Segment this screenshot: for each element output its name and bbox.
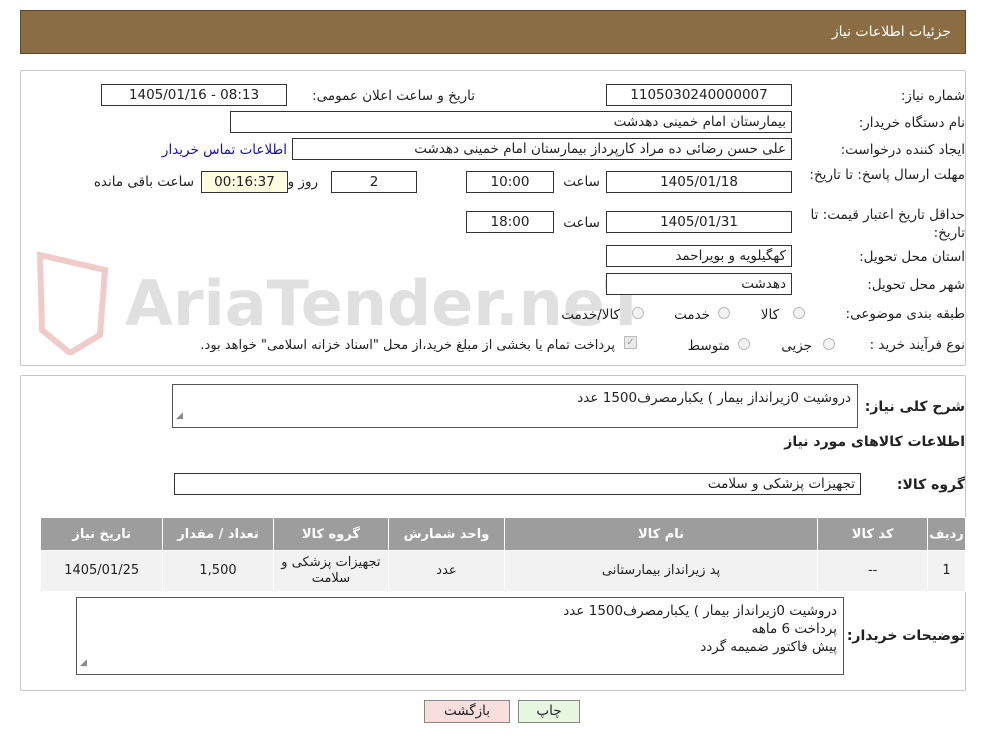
description-text: دروشیت 0زیرانداز بیمار ) یکبارمصرف1500 ع…: [577, 390, 851, 406]
description-label: شرح کلی نیاز:: [864, 399, 965, 415]
province-field: کهگیلویه و بویراحمد: [606, 245, 792, 267]
need-number-label: شماره نیاز:: [900, 88, 965, 104]
table-header: ردیف: [927, 517, 966, 551]
category-radio-service[interactable]: [718, 307, 730, 319]
back-button[interactable]: بازگشت: [424, 700, 510, 723]
buyer-notes-line: پرداخت 6 ماهه: [751, 621, 837, 637]
resize-grip-icon[interactable]: ◢: [176, 407, 183, 425]
announce-field: 1405/01/16 - 08:13: [101, 84, 287, 106]
page-header: جزئیات اطلاعات نیاز: [20, 10, 966, 54]
resize-grip-icon[interactable]: ◢: [80, 654, 87, 672]
table-header: واحد شمارش: [388, 517, 505, 551]
process-option-medium: متوسط: [687, 338, 730, 354]
deadline-date-field: 1405/01/18: [606, 171, 792, 193]
announce-label: تاریخ و ساعت اعلان عمومی:: [312, 88, 475, 104]
validity-time-field: 18:00: [466, 211, 554, 233]
city-field: دهدشت: [606, 273, 792, 295]
city-label: شهر محل تحویل:: [867, 277, 965, 293]
table-header: تاریخ نیاز: [39, 517, 164, 551]
table-cell-code: --: [817, 550, 929, 592]
page-title: جزئیات اطلاعات نیاز: [831, 24, 951, 40]
treasury-checkbox[interactable]: ✓: [624, 336, 637, 349]
table-row: 1 -- پد زیرانداز بیمارستانی عدد تجهیزات …: [39, 550, 966, 592]
buyer-org-field: بیمارستان امام خمینی دهدشت: [230, 111, 792, 133]
payment-note: پرداخت تمام یا بخشی از مبلغ خرید،از محل …: [200, 338, 615, 353]
creator-field: علی حسن رضائی ده مراد کارپرداز بیمارستان…: [292, 138, 792, 160]
contact-buyer-link[interactable]: اطلاعات تماس خریدار: [162, 142, 287, 158]
table-header: نام کالا: [503, 517, 819, 551]
table-cell-quantity: 1,500: [162, 550, 274, 592]
deadline-label: مهلت ارسال پاسخ: تا تاریخ:: [809, 167, 965, 183]
goods-info-title: اطلاعات کالاهای مورد نیاز: [784, 434, 965, 450]
table-header: گروه کالا: [272, 517, 390, 551]
table-cell-group: تجهیزات پزشکی و سلامت: [272, 550, 390, 592]
table-header: تعداد / مقدار: [162, 517, 274, 551]
days-label: روز و: [287, 174, 318, 190]
category-option-goods-service: کالا/خدمت: [561, 307, 620, 323]
table-header-row: ردیف کد کالا نام کالا واحد شمارش گروه کا…: [39, 517, 966, 551]
validity-date-field: 1405/01/31: [606, 211, 792, 233]
buyer-org-label: نام دستگاه خریدار:: [858, 115, 965, 131]
buyer-notes-line: پیش فاکتور ضمیمه گردد: [700, 639, 837, 655]
table-cell-unit: عدد: [388, 550, 505, 592]
process-radio-medium[interactable]: [738, 338, 750, 350]
category-radio-goods[interactable]: [793, 307, 805, 319]
buyer-notes-textarea[interactable]: دروشیت 0زیرانداز بیمار ) یکبارمصرف1500 ع…: [76, 597, 844, 675]
process-radio-minor[interactable]: [823, 338, 835, 350]
category-label: طبقه بندی موضوعی:: [845, 306, 965, 322]
deadline-time-field: 10:00: [466, 171, 554, 193]
items-table: ردیف کد کالا نام کالا واحد شمارش گروه کا…: [39, 517, 966, 592]
goods-group-field: تجهیزات پزشکی و سلامت: [174, 473, 861, 495]
watermark-text: AriaTender.neT: [125, 267, 647, 340]
validity-label: حداقل تاریخ اعتبار قیمت: تا تاریخ:: [810, 207, 965, 241]
goods-group-label: گروه کالا:: [896, 477, 965, 493]
deadline-time-label: ساعت: [563, 174, 600, 190]
process-option-minor: جزیی: [781, 338, 812, 354]
remaining-time-field: 00:16:37: [201, 171, 288, 193]
category-radio-goods-service[interactable]: [632, 307, 644, 319]
table-cell-date: 1405/01/25: [39, 550, 164, 592]
table-header: کد کالا: [817, 517, 929, 551]
table-cell-row-number: 1: [927, 550, 966, 592]
days-field: 2: [331, 171, 417, 193]
category-option-service: خدمت: [674, 307, 710, 323]
validity-time-label: ساعت: [563, 215, 600, 231]
print-button[interactable]: چاپ: [518, 700, 580, 723]
need-number-field: 1105030240000007: [606, 84, 792, 106]
description-textarea[interactable]: دروشیت 0زیرانداز بیمار ) یکبارمصرف1500 ع…: [172, 384, 858, 428]
table-cell-name: پد زیرانداز بیمارستانی: [503, 550, 819, 592]
province-label: استان محل تحویل:: [859, 249, 965, 265]
creator-label: ایجاد کننده درخواست:: [840, 142, 965, 158]
buyer-notes-line: دروشیت 0زیرانداز بیمار ) یکبارمصرف1500 ع…: [563, 603, 837, 619]
remaining-label: ساعت باقی مانده: [93, 174, 194, 190]
category-option-goods: کالا: [760, 307, 779, 323]
process-label: نوع فرآیند خرید :: [869, 337, 965, 353]
buyer-notes-label: توضیحات خریدار:: [846, 628, 965, 644]
